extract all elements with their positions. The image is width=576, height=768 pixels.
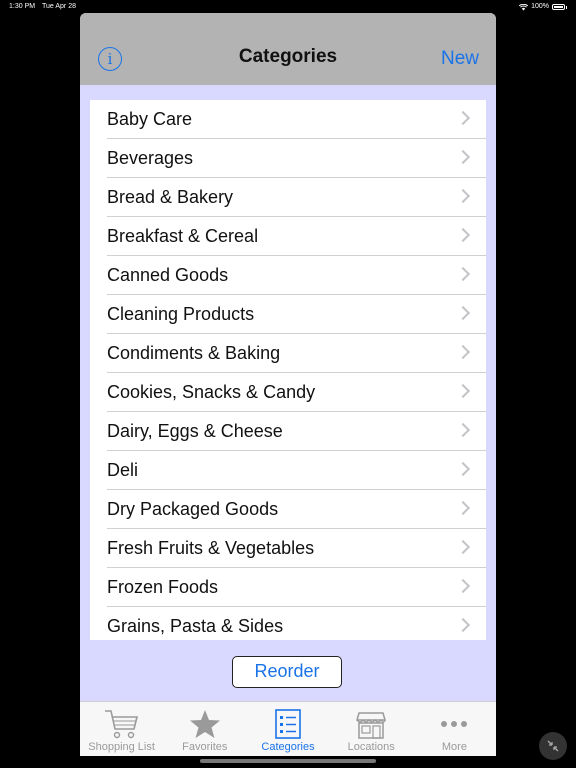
tab-label: More xyxy=(441,741,467,753)
tab-label: Favorites xyxy=(182,741,228,753)
category-row[interactable]: Beverages xyxy=(107,139,486,178)
category-label: Fresh Fruits & Vegetables xyxy=(107,538,315,558)
category-label: Frozen Foods xyxy=(107,577,219,597)
tab-locations[interactable]: Locations xyxy=(330,702,413,756)
tab-categories[interactable]: Categories xyxy=(246,702,329,756)
category-row[interactable]: Canned Goods xyxy=(107,256,486,295)
tab-more[interactable]: More xyxy=(413,702,496,756)
category-row[interactable]: Dry Packaged Goods xyxy=(107,490,486,529)
category-label: Breakfast & Cereal xyxy=(107,226,259,246)
chevron-right-icon xyxy=(455,383,471,399)
category-row[interactable]: Condiments & Baking xyxy=(107,334,486,373)
status-right: 100% xyxy=(519,0,567,14)
status-date: Tue Apr 28 xyxy=(42,3,76,10)
category-row[interactable]: Bread & Bakery xyxy=(107,178,486,217)
chevron-right-icon xyxy=(455,461,471,477)
chevron-right-icon xyxy=(455,617,471,633)
tab-shopping-list[interactable]: Shopping List xyxy=(80,702,163,756)
category-label: Dry Packaged Goods xyxy=(107,499,279,519)
category-label: Baby Care xyxy=(107,109,193,129)
tab-label: Shopping List xyxy=(88,741,155,753)
category-list: Baby Care Beverages Bread & Bakery Breakfas… xyxy=(90,100,486,640)
wifi-icon xyxy=(519,3,529,10)
category-row[interactable]: Dairy, Eggs & Cheese xyxy=(107,412,486,451)
tab-label: Locations xyxy=(347,741,395,753)
collapse-button[interactable] xyxy=(539,732,567,760)
chevron-right-icon xyxy=(455,227,471,243)
battery-icon xyxy=(552,4,565,10)
chevron-right-icon xyxy=(455,344,471,360)
category-row[interactable]: Breakfast & Cereal xyxy=(107,217,486,256)
category-row[interactable]: Deli xyxy=(107,451,486,490)
chevron-right-icon xyxy=(455,305,471,321)
category-label: Deli xyxy=(107,460,139,480)
reorder-button[interactable]: Reorder xyxy=(232,656,342,688)
category-label: Beverages xyxy=(107,148,194,168)
collapse-arrows-icon xyxy=(547,740,559,752)
category-row[interactable]: Grains, Pasta & Sides xyxy=(107,607,486,640)
page-title: Categories xyxy=(238,46,338,67)
category-row[interactable]: Fresh Fruits & Vegetables xyxy=(107,529,486,568)
chevron-right-icon xyxy=(455,110,471,126)
chevron-right-icon xyxy=(455,500,471,516)
categories-sheet: i Categories New Baby Care Beverages Bread… xyxy=(80,13,496,756)
chevron-right-icon xyxy=(455,539,471,555)
category-label: Grains, Pasta & Sides xyxy=(107,616,284,636)
category-label: Bread & Bakery xyxy=(107,187,234,207)
category-label: Cookies, Snacks & Candy xyxy=(107,382,316,402)
category-label: Dairy, Eggs & Cheese xyxy=(107,421,283,441)
chevron-right-icon xyxy=(455,578,471,594)
status-time: 1:30 PM xyxy=(9,3,36,10)
tab-bar: Shopping List Favorites Categories Location… xyxy=(80,701,496,756)
chevron-right-icon xyxy=(455,422,471,438)
category-row[interactable]: Frozen Foods xyxy=(107,568,486,607)
category-row[interactable]: Baby Care xyxy=(107,100,486,139)
navigation-bar: i Categories New xyxy=(80,13,496,85)
status-bar: 1:30 PM Tue Apr 28 100% xyxy=(0,0,576,14)
category-label: Canned Goods xyxy=(107,265,229,285)
category-label: Condiments & Baking xyxy=(107,343,281,363)
tab-favorites[interactable]: Favorites xyxy=(163,702,246,756)
category-row[interactable]: Cleaning Products xyxy=(107,295,486,334)
tab-label: Categories xyxy=(261,741,315,753)
new-button[interactable]: New xyxy=(441,48,479,70)
chevron-right-icon xyxy=(455,149,471,165)
battery-percent: 100% xyxy=(531,3,549,10)
chevron-right-icon xyxy=(455,266,471,282)
home-indicator xyxy=(200,759,376,763)
chevron-right-icon xyxy=(455,188,471,204)
category-label: Cleaning Products xyxy=(107,304,255,324)
category-row[interactable]: Cookies, Snacks & Candy xyxy=(107,373,486,412)
